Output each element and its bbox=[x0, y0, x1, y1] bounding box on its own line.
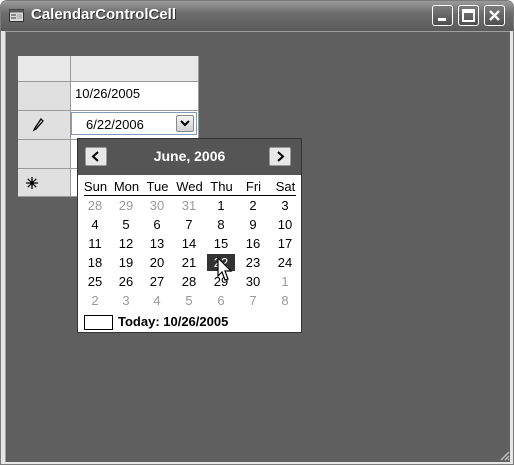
today-marker bbox=[84, 315, 113, 330]
calendar-day[interactable]: 6 bbox=[207, 292, 235, 309]
app-window-icon bbox=[9, 9, 24, 22]
calendar-day[interactable]: 31 bbox=[175, 197, 203, 214]
calendar-day[interactable]: 6 bbox=[143, 216, 171, 233]
close-button[interactable] bbox=[484, 5, 505, 26]
column-header[interactable] bbox=[71, 56, 199, 82]
close-icon bbox=[489, 10, 500, 21]
chevron-down-icon bbox=[180, 120, 190, 127]
minimize-icon bbox=[438, 18, 446, 21]
calendar-day[interactable]: 8 bbox=[271, 292, 299, 309]
today-link[interactable]: Today: 10/26/2005 bbox=[118, 314, 228, 329]
calendar-day[interactable]: 10 bbox=[271, 216, 299, 233]
resize-grip-icon[interactable] bbox=[498, 449, 510, 461]
calendar-day[interactable]: 13 bbox=[143, 235, 171, 252]
calendar-day[interactable]: 20 bbox=[143, 254, 171, 271]
row-header[interactable] bbox=[18, 140, 71, 169]
pencil-icon bbox=[32, 118, 44, 132]
mouse-cursor-icon bbox=[217, 257, 233, 281]
calendar-day[interactable]: 15 bbox=[207, 235, 235, 252]
calendar-day[interactable]: 27 bbox=[143, 273, 171, 290]
calendar-day[interactable]: 2 bbox=[81, 292, 109, 309]
minimize-button[interactable] bbox=[432, 5, 453, 26]
calendar-day[interactable]: 17 bbox=[271, 235, 299, 252]
weekday-label: Tue bbox=[146, 179, 169, 194]
calendar-day[interactable]: 28 bbox=[81, 197, 109, 214]
title-bar[interactable]: CalendarControlCell bbox=[1, 1, 513, 31]
calendar-day[interactable]: 21 bbox=[175, 254, 203, 271]
calendar-day[interactable]: 24 bbox=[271, 254, 299, 271]
date-cell[interactable]: 10/26/2005 bbox=[71, 82, 199, 111]
calendar-day[interactable]: 23 bbox=[239, 254, 267, 271]
calendar-day[interactable]: 2 bbox=[239, 197, 267, 214]
row-header-editing[interactable] bbox=[18, 111, 71, 140]
calendar-day[interactable]: 16 bbox=[239, 235, 267, 252]
calendar-day[interactable]: 29 bbox=[112, 197, 140, 214]
date-picker-value: 6/22/2006 bbox=[86, 117, 144, 132]
dropdown-button[interactable] bbox=[176, 115, 194, 132]
calendar-day[interactable]: 18 bbox=[81, 254, 109, 271]
grid-corner-header[interactable] bbox=[18, 56, 71, 82]
weekday-label: Sat bbox=[275, 179, 296, 194]
row-header[interactable] bbox=[18, 82, 71, 111]
calendar-month-label[interactable]: June, 2006 bbox=[78, 148, 301, 164]
weekday-divider bbox=[84, 195, 296, 196]
weekday-label: Mon bbox=[113, 179, 140, 194]
calendar-day[interactable]: 7 bbox=[239, 292, 267, 309]
calendar-day[interactable]: 5 bbox=[112, 216, 140, 233]
weekday-label: Fri bbox=[245, 179, 262, 194]
window-title: CalendarControlCell bbox=[31, 6, 177, 23]
calendar-day[interactable]: 9 bbox=[239, 216, 267, 233]
calendar-day[interactable]: 30 bbox=[239, 273, 267, 290]
calendar-day[interactable]: 1 bbox=[271, 273, 299, 290]
maximize-button[interactable] bbox=[458, 5, 479, 26]
weekday-label: Thu bbox=[210, 179, 233, 194]
calendar-day[interactable]: 5 bbox=[175, 292, 203, 309]
calendar-day[interactable]: 25 bbox=[81, 273, 109, 290]
calendar-day[interactable]: 14 bbox=[175, 235, 203, 252]
app-window: CalendarControlCell 10/26/2005 6/22/2006 bbox=[0, 0, 514, 465]
calendar-header: June, 2006 bbox=[78, 139, 301, 175]
calendar-day[interactable]: 11 bbox=[81, 235, 109, 252]
weekday-label: Wed bbox=[176, 179, 203, 194]
chevron-right-icon bbox=[277, 151, 285, 162]
calendar-day[interactable]: 4 bbox=[81, 216, 109, 233]
calendar-day[interactable]: 26 bbox=[112, 273, 140, 290]
maximize-icon bbox=[462, 9, 475, 22]
date-picker-input[interactable]: 6/22/2006 bbox=[71, 112, 197, 135]
calendar-day[interactable]: 3 bbox=[112, 292, 140, 309]
calendar-popup: June, 2006 Sun Mon Tue Wed Thu Fri Sat 2… bbox=[77, 138, 302, 333]
calendar-day[interactable]: 30 bbox=[143, 197, 171, 214]
calendar-day[interactable]: 4 bbox=[143, 292, 171, 309]
asterisk-icon bbox=[26, 177, 38, 189]
weekday-label: Sun bbox=[83, 179, 108, 194]
calendar-day[interactable]: 3 bbox=[271, 197, 299, 214]
calendar-day[interactable]: 8 bbox=[207, 216, 235, 233]
row-header-new[interactable] bbox=[18, 169, 71, 197]
calendar-day[interactable]: 28 bbox=[175, 273, 203, 290]
calendar-day[interactable]: 19 bbox=[112, 254, 140, 271]
calendar-day[interactable]: 7 bbox=[175, 216, 203, 233]
next-month-button[interactable] bbox=[269, 147, 291, 166]
calendar-day[interactable]: 1 bbox=[207, 197, 235, 214]
calendar-day[interactable]: 12 bbox=[112, 235, 140, 252]
